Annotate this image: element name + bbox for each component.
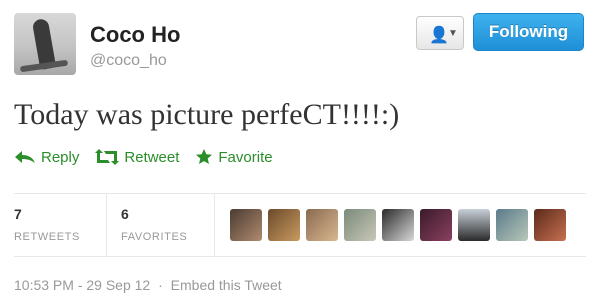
favoriter-avatar[interactable]	[306, 209, 338, 241]
following-button[interactable]: Following	[473, 13, 584, 51]
retweet-label: Retweet	[124, 148, 180, 166]
reply-button[interactable]: Reply	[14, 149, 79, 166]
retweets-stat[interactable]: 7 RETWEETS	[14, 206, 80, 243]
favoriter-avatar[interactable]	[344, 209, 376, 241]
favoriter-avatar[interactable]	[420, 209, 452, 241]
person-icon: 👤	[429, 27, 449, 44]
favorites-stat[interactable]: 6 FAVORITES	[121, 206, 187, 243]
embed-tweet-link[interactable]: Embed this Tweet	[171, 277, 282, 293]
tweet-footer: 10:53 PM - 29 Sep 12 · Embed this Tweet	[14, 277, 286, 293]
favorite-label: Favorite	[218, 148, 273, 166]
retweets-count: 7	[14, 206, 22, 222]
profile-avatar[interactable]	[14, 13, 76, 75]
reply-icon	[15, 151, 35, 163]
tweet-actions: Reply Retweet Favorite	[14, 146, 273, 168]
favorites-count: 6	[121, 206, 129, 222]
star-icon	[196, 149, 213, 164]
favoriter-avatar[interactable]	[496, 209, 528, 241]
favorites-label: FAVORITES	[121, 231, 188, 243]
favoriter-avatar[interactable]	[458, 209, 490, 241]
retweet-icon	[95, 149, 120, 165]
favoriters-list	[230, 209, 566, 241]
tweet-timestamp[interactable]: 10:53 PM - 29 Sep 12	[14, 277, 150, 293]
stat-separator	[106, 194, 107, 256]
reply-label: Reply	[41, 148, 80, 166]
profile-handle[interactable]: @coco_ho	[90, 52, 167, 70]
divider-top	[14, 193, 586, 194]
follow-options-button[interactable]: 👤 ▼	[416, 16, 464, 50]
profile-name[interactable]: Coco Ho	[90, 22, 180, 48]
retweets-label: RETWEETS	[14, 231, 80, 243]
favoriter-avatar[interactable]	[268, 209, 300, 241]
favoriter-avatar[interactable]	[382, 209, 414, 241]
stat-separator	[214, 194, 215, 256]
footer-separator: ·	[158, 277, 163, 293]
retweet-button[interactable]: Retweet	[95, 149, 179, 166]
tweet-text: Today was picture perfeCT!!!!:)	[14, 98, 400, 131]
favoriter-avatar[interactable]	[230, 209, 262, 241]
favorite-button[interactable]: Favorite	[195, 148, 273, 166]
favoriter-avatar[interactable]	[534, 209, 566, 241]
chevron-down-icon: ▼	[448, 28, 458, 39]
divider-bottom	[14, 256, 586, 257]
